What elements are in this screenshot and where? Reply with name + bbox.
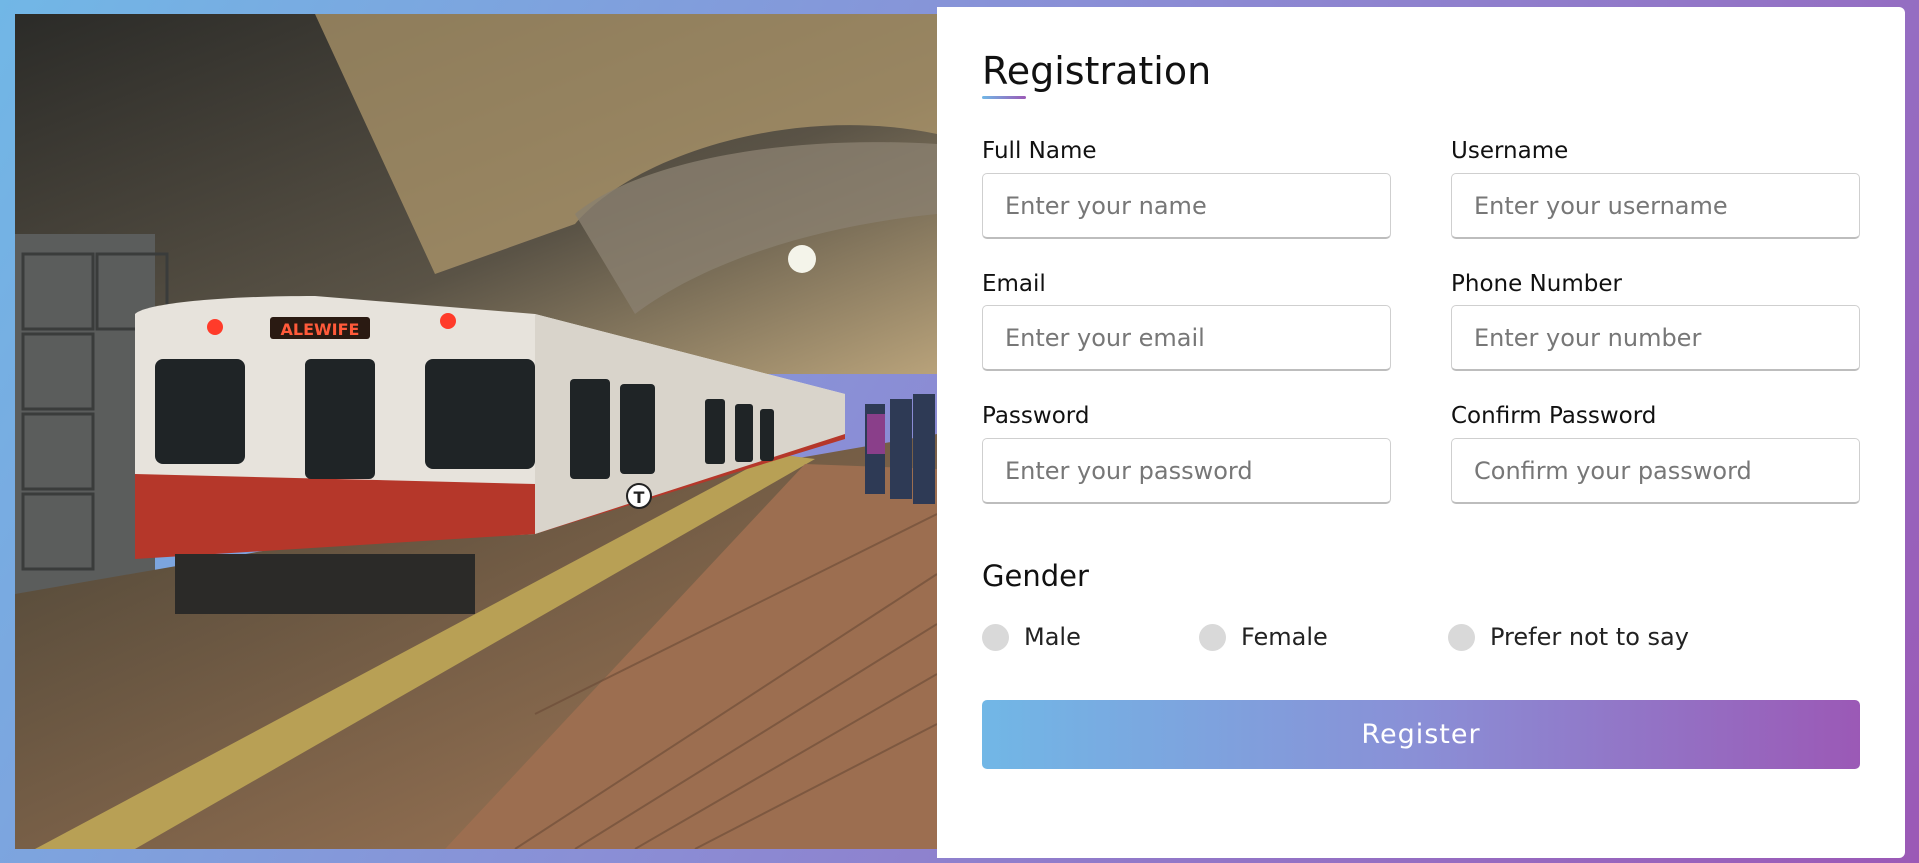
phone-label: Phone Number <box>1451 271 1622 297</box>
password-label: Password <box>982 403 1090 429</box>
phone-input[interactable] <box>1451 305 1860 371</box>
full-name-label: Full Name <box>982 138 1097 164</box>
confirm-password-input[interactable] <box>1451 438 1860 504</box>
radio-circle-icon[interactable] <box>1199 623 1226 651</box>
register-button[interactable]: Register <box>982 700 1860 769</box>
title-underline <box>982 96 1026 99</box>
train-sign-text: ALEWIFE <box>281 320 360 339</box>
email-input[interactable] <box>982 305 1391 371</box>
full-name-input[interactable] <box>982 173 1391 239</box>
password-input[interactable] <box>982 438 1391 504</box>
gender-option-male[interactable]: Male <box>982 623 1081 651</box>
username-label: Username <box>1451 138 1569 164</box>
mbta-logo-text: T <box>634 488 645 507</box>
radio-circle-icon[interactable] <box>982 623 1009 651</box>
email-label: Email <box>982 271 1046 297</box>
gender-option-label: Female <box>1241 623 1328 651</box>
gender-title: Gender <box>982 559 1089 593</box>
username-input[interactable] <box>1451 173 1860 239</box>
gender-option-label: Prefer not to say <box>1490 623 1689 651</box>
subway-photo: ALEWIFE T <box>15 14 937 849</box>
radio-circle-icon[interactable] <box>1448 623 1475 651</box>
confirm-password-label: Confirm Password <box>1451 403 1657 429</box>
registration-card: Registration Full Name Username Email Ph… <box>937 7 1905 858</box>
gender-option-prefer-not[interactable]: Prefer not to say <box>1448 623 1689 651</box>
form-title: Registration <box>982 49 1212 93</box>
gender-option-female[interactable]: Female <box>1199 623 1328 651</box>
gender-option-label: Male <box>1024 623 1081 651</box>
